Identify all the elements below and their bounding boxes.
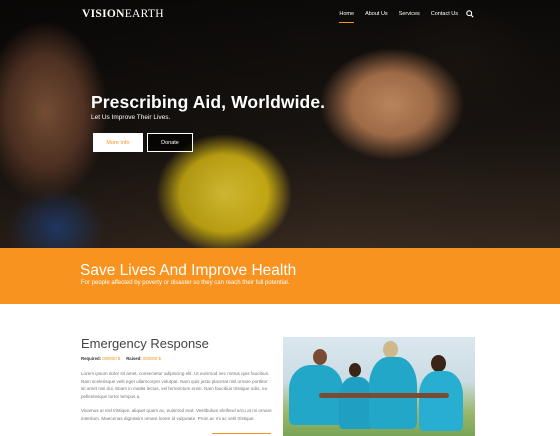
hero-overlay xyxy=(0,0,560,248)
section-title: Emergency Response xyxy=(81,336,209,351)
person-body xyxy=(419,371,463,431)
person-head xyxy=(313,349,327,365)
required-field: Required: 000000 $ xyxy=(81,356,120,361)
top-navigation: VISIONEARTH Home About Us Services Conta… xyxy=(0,0,560,30)
search-icon[interactable] xyxy=(466,10,474,18)
nav-links: Home About Us Services Contact Us xyxy=(328,11,458,23)
volunteers-photo xyxy=(283,337,475,436)
nav-link-services[interactable]: Services xyxy=(399,11,420,17)
more-info-button[interactable]: More Info xyxy=(93,133,143,152)
nav-link-about-us[interactable]: About Us xyxy=(365,11,388,17)
band-title: Save Lives And Improve Health xyxy=(80,262,297,279)
band-subtitle: For people affected by poverty or disast… xyxy=(81,280,290,286)
person-head xyxy=(431,355,446,372)
nav-link-home[interactable]: Home xyxy=(339,11,354,23)
required-value: 000000 $ xyxy=(102,356,121,361)
linked-arms xyxy=(319,393,449,398)
person-body xyxy=(339,377,373,429)
donate-button[interactable]: Donate xyxy=(147,133,193,152)
person-head xyxy=(349,363,361,377)
raised-label: Raised: xyxy=(126,356,142,361)
raised-field: Raised: 000000 $ xyxy=(126,356,161,361)
emergency-section: Emergency Response Required: 000000 $ Ra… xyxy=(0,304,560,436)
hero-title: Prescribing Aid, Worldwide. xyxy=(91,92,326,112)
hero-subtitle: Let Us Improve Their Lives. xyxy=(91,114,171,121)
nav-link-contact-us[interactable]: Contact Us xyxy=(431,11,458,17)
logo-text-light: EARTH xyxy=(124,8,164,20)
person-head xyxy=(383,341,398,358)
section-paragraph-1: Lorem ipsum dolor sit amet, consectetur … xyxy=(81,371,270,399)
logo-text-bold: VISION xyxy=(82,8,125,20)
required-label: Required: xyxy=(81,356,102,361)
funding-meta: Required: 000000 $ Raised: 000000 $ xyxy=(81,356,161,361)
site-logo[interactable]: VISIONEARTH xyxy=(82,8,164,20)
raised-value: 000000 $ xyxy=(142,356,161,361)
section-paragraph-2: Vivamus ut nisl tristique, aliquet quam … xyxy=(81,408,272,421)
mission-band: Save Lives And Improve Health For people… xyxy=(0,248,560,304)
